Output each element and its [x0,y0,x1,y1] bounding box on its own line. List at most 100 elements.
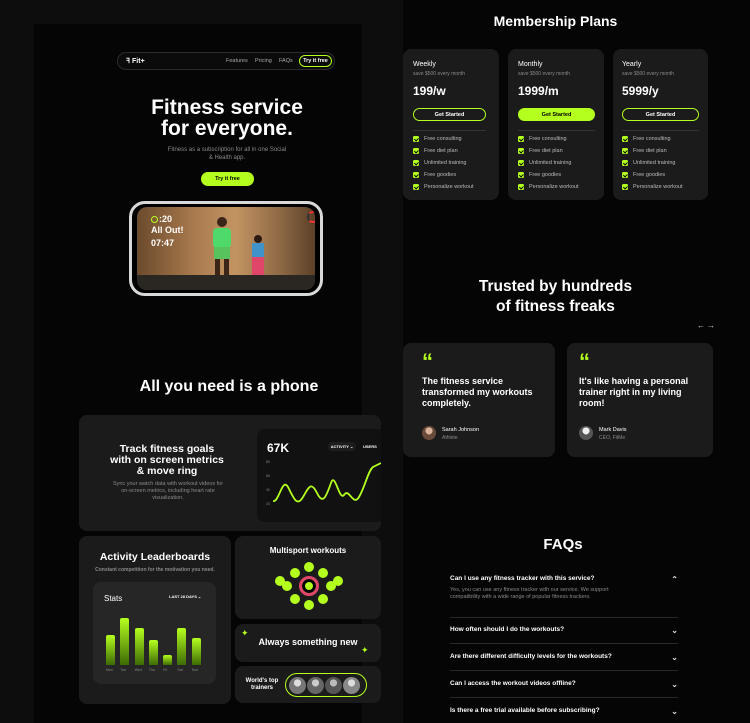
nav-cta-button[interactable]: Try it free [299,55,332,67]
logo[interactable]: ꟻ Fit+ [126,57,145,66]
sport-icon[interactable] [333,576,343,586]
leaderboard-title: Activity Leaderboards [99,551,211,563]
plan-card-yearly: Yearly save $500 every month 5999/y Get … [613,49,708,200]
plan-name: Weekly [413,61,436,68]
users-dropdown[interactable]: USERS [363,444,377,449]
check-icon [518,184,524,190]
avatar[interactable] [307,676,324,694]
check-icon [518,160,524,166]
feature-item: Free consulting [413,133,474,145]
faq-question: Can I access the workout videos offline? [450,680,576,687]
faq-question: Is there a free trial available before s… [450,707,600,714]
stats-bar-chart [104,615,204,665]
video-overlay-time: :20 [151,214,172,224]
sport-icon[interactable] [275,576,285,586]
track-desc-line2: on-screen metrics, including heart rate [121,488,215,494]
chevron-down-icon: ⌄ [197,594,202,599]
faq-question: Can I use any fitness tracker with this … [450,575,595,582]
faq-item[interactable]: Can I access the workout videos offline?… [450,680,678,698]
plan-features: Free consulting Free diet plan Unlimited… [622,133,683,193]
chevron-down-icon: ⌄ [671,680,678,689]
stats-x-label: Mon [106,668,113,672]
second-trainer-figure [249,235,267,277]
faq-answer: Yes, you can use any fitness tracker wit… [450,587,609,600]
plan-price: 199/w [413,84,446,98]
sport-icon[interactable] [318,594,328,604]
timer-icon [151,215,158,223]
get-started-button[interactable]: Get Started [622,108,699,121]
plan-price: 1999/m [518,84,559,98]
get-started-button[interactable]: Get Started [413,108,486,121]
video-overlay-clock: 07:47 [151,238,175,248]
range-dropdown-label: LAST 28 DAYS [169,594,197,599]
feature-item: Free consulting [518,133,579,145]
activity-line-chart [273,462,381,503]
sport-icon[interactable] [304,562,314,572]
feature-item: Unlimited training [518,157,579,169]
overlay-time-text: :20 [159,214,173,224]
hero-cta-button[interactable]: Try it free [201,172,254,186]
testimonial-card: “ It's like having a personal trainer ri… [567,343,713,457]
faq-question: How often should I do the workouts? [450,626,565,633]
feature-item: Free goodies [413,169,474,181]
floor [137,275,315,290]
testimonial-quote: The fitness service transformed my worko… [422,376,533,408]
faq-item[interactable]: How often should I do the workouts? ⌄ [450,626,678,644]
track-title: Track fitness goals with on screen metri… [97,444,237,477]
sport-icon[interactable] [318,568,328,578]
metric-widget: 67K ACTIVITY ⌄ USERS 80 60 40 20 [257,429,381,522]
plan-features: Free consulting Free diet plan Unlimited… [413,133,474,193]
check-icon [413,172,419,178]
hero-subtitle: Fitness as a subscription for all in one… [127,146,327,162]
feature-item: Unlimited training [622,157,683,169]
activity-dropdown-label: ACTIVITY [330,444,349,449]
stats-x-label: Thu [148,668,155,672]
nav-link-features[interactable]: Features [226,58,248,64]
hero-subtitle-line1: Fitness as a subscription for all in one… [167,147,287,153]
multisport-title: Multisport workouts [269,546,347,555]
faq-item-expanded[interactable]: Can I use any fitness tracker with this … [450,575,678,618]
trainers-title-line2: trainers [250,685,273,691]
trusted-title: Trusted by hundreds of fitness freaks [403,277,708,317]
feature-item: Free diet plan [622,145,683,157]
plan-card-weekly: Weekly save $500 every month 199/w Get S… [403,49,499,200]
get-started-button[interactable]: Get Started [518,108,595,121]
phone-section-title: All you need is a phone [139,378,319,395]
trainers-title: World's top trainers [241,678,283,692]
workout-video[interactable]: :20 All Out! 07:47 [137,207,315,290]
sport-icons-cluster [262,561,356,611]
stats-bar [148,640,158,665]
activity-dropdown[interactable]: ACTIVITY ⌄ [328,442,356,451]
check-icon [518,136,524,142]
feature-item: Free consulting [622,133,683,145]
nav-link-faqs[interactable]: FAQs [279,58,293,64]
sport-icon[interactable] [290,594,300,604]
trainers-title-line1: World's top [245,678,279,684]
multisport-center-ring-icon [299,576,319,596]
stats-x-label: Tue [120,668,127,672]
faq-item[interactable]: Is there a free trial available before s… [450,707,678,723]
sport-icon[interactable] [304,600,314,610]
chevron-down-icon: ⌄ [349,444,354,449]
plan-price: 5999/y [622,84,659,98]
stats-bar [120,617,130,665]
next-arrow-icon[interactable]: → [707,321,715,330]
range-dropdown[interactable]: LAST 28 DAYS ⌄ [169,594,201,599]
sport-icon[interactable] [290,568,300,578]
nav-link-pricing[interactable]: Pricing [255,58,272,64]
testimonial-card: “ The fitness service transformed my wor… [403,343,555,457]
track-title-line3: & move ring [136,465,198,477]
testimonial-role: CEO, FitMe [599,435,626,441]
testimonial-name: Mark Davis [599,427,627,433]
plan-note: save $500 every month [518,71,570,77]
avatar[interactable] [343,676,360,694]
prev-arrow-icon[interactable]: ← [697,321,705,330]
faq-item[interactable]: Are there different difficulty levels fo… [450,653,678,671]
avatar[interactable] [325,676,342,694]
stats-x-label: Sat [177,668,183,672]
phone-mockup: :20 All Out! 07:47 [129,201,323,296]
hero-subtitle-line2: & Health app. [208,155,246,161]
avatar[interactable] [289,676,306,694]
stats-bar [177,627,187,665]
hero-title-line2: for everyone. [161,117,293,140]
